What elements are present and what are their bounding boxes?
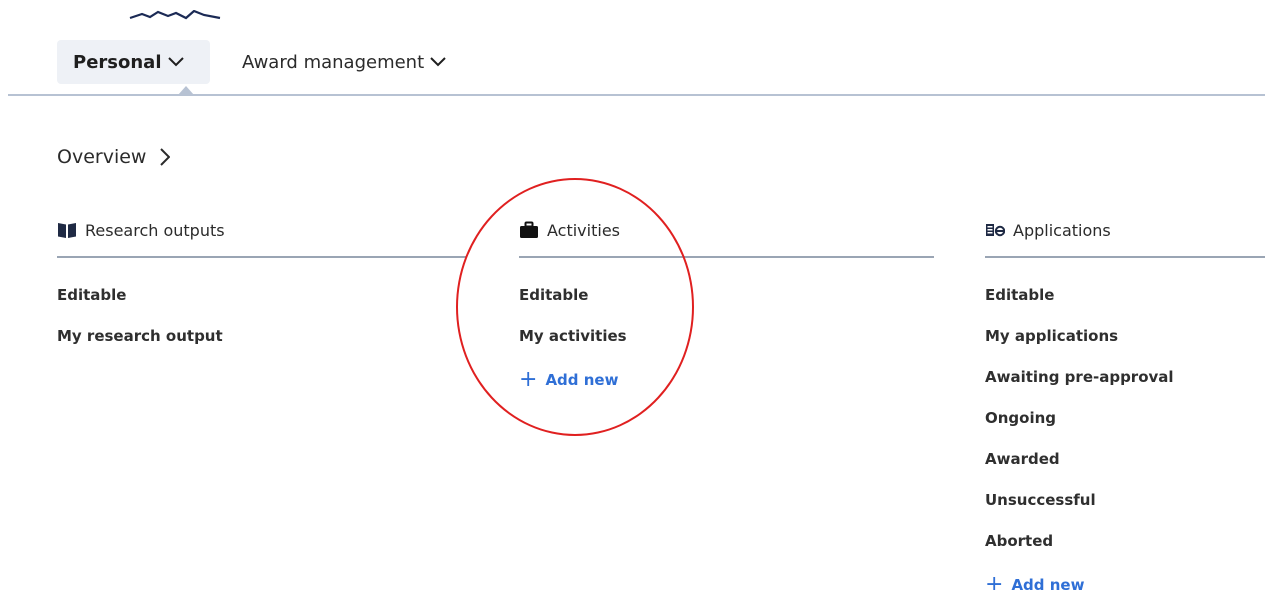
list-item-my-activities[interactable]: My activities [519,316,934,357]
plus-icon: + [519,367,538,392]
add-new-label: Add new [1011,576,1085,590]
overview-label: Overview [57,146,147,168]
tab-personal[interactable]: Personal [57,40,210,84]
tab-personal-label: Personal [73,51,162,73]
applications-icon [986,224,1005,237]
chevron-right-icon [160,148,171,166]
briefcase-icon [520,221,538,238]
list-item-awarded[interactable]: Awarded [985,439,1265,480]
applications-column: Applications Editable My applications Aw… [985,216,1265,590]
research-outputs-title: Research outputs [85,220,225,240]
list-item-aborted[interactable]: Aborted [985,521,1265,562]
add-new-application-button[interactable]: + Add new [985,562,1265,590]
chevron-down-icon [430,57,446,67]
applications-header: Applications [985,216,1265,244]
research-outputs-header: Research outputs [57,216,467,244]
column-divider [519,256,934,258]
add-new-activity-button[interactable]: + Add new [519,357,934,403]
research-outputs-list: Editable My research output [57,275,467,357]
activities-list: Editable My activities + Add new [519,275,934,403]
activities-column: Activities Editable My activities + Add … [519,216,934,403]
tab-award-management-label: Award management [242,51,425,73]
add-new-label: Add new [545,371,619,389]
applications-list: Editable My applications Awaiting pre-ap… [985,275,1265,590]
list-item-editable[interactable]: Editable [57,275,467,316]
plus-icon: + [985,572,1004,590]
list-item-editable[interactable]: Editable [519,275,934,316]
list-item-my-research-output[interactable]: My research output [57,316,467,357]
research-outputs-column: Research outputs Editable My research ou… [57,216,467,357]
list-item-awaiting-pre-approval[interactable]: Awaiting pre-approval [985,357,1265,398]
book-icon [58,223,76,238]
list-item-unsuccessful[interactable]: Unsuccessful [985,480,1265,521]
applications-title: Applications [1013,220,1111,240]
nav-divider [8,94,1265,96]
chevron-down-icon [167,57,184,67]
list-item-ongoing[interactable]: Ongoing [985,398,1265,439]
overview-link[interactable]: Overview [57,146,171,168]
tab-award-management[interactable]: Award management [228,40,460,84]
column-divider [57,256,467,258]
list-item-editable[interactable]: Editable [985,275,1265,316]
top-navigation: Personal Award management [0,0,1265,96]
column-divider [985,256,1265,258]
page: Personal Award management Overview Resea… [0,0,1265,590]
activities-header: Activities [519,216,934,244]
list-item-my-applications[interactable]: My applications [985,316,1265,357]
activities-title: Activities [547,220,620,240]
